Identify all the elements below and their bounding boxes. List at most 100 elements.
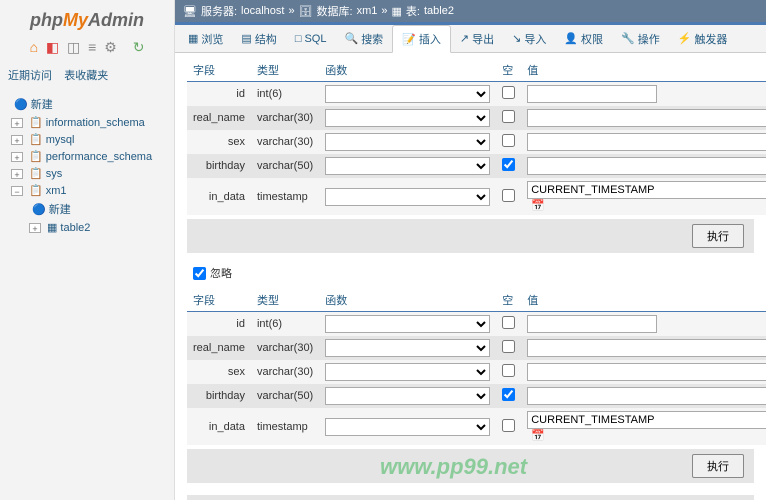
sql-icon: □ <box>295 33 302 45</box>
null-checkbox[interactable] <box>502 419 515 432</box>
function-select[interactable] <box>325 109 490 127</box>
gear-icon[interactable]: ⚙ <box>104 39 117 55</box>
insert-row: sexvarchar(30) <box>187 130 766 154</box>
null-checkbox[interactable] <box>502 316 515 329</box>
null-checkbox[interactable] <box>502 110 515 123</box>
tree-db-xm1[interactable]: −📋xm1 <box>3 182 171 199</box>
function-select[interactable] <box>325 339 490 357</box>
null-checkbox[interactable] <box>502 189 515 202</box>
value-input[interactable] <box>527 85 657 103</box>
tab-import[interactable]: ↘导入 <box>503 25 555 52</box>
field-name: in_data <box>187 408 251 445</box>
function-select[interactable] <box>325 363 490 381</box>
function-select[interactable] <box>325 188 490 206</box>
tabs: ▦浏览 ▤结构 □SQL 🔍搜索 📝插入 ↗导出 ↘导入 👤权限 🔧操作 ⚡触发… <box>175 22 766 53</box>
value-input[interactable] <box>527 387 766 405</box>
value-input[interactable] <box>527 411 766 429</box>
ignore-checkbox[interactable] <box>193 267 206 280</box>
null-checkbox[interactable] <box>502 134 515 147</box>
field-name: real_name <box>187 106 251 130</box>
tab-privileges[interactable]: 👤权限 <box>555 25 612 52</box>
triggers-icon: ⚡ <box>678 32 692 45</box>
value-input[interactable] <box>527 109 766 127</box>
tab-sql[interactable]: □SQL <box>286 25 336 52</box>
db-icon: 🗄 <box>299 5 313 18</box>
function-select[interactable] <box>325 418 490 436</box>
insert-row: sexvarchar(30) <box>187 360 766 384</box>
insert-icon: 📝 <box>402 33 416 46</box>
go-button[interactable]: 执行 <box>692 224 744 248</box>
value-input[interactable] <box>527 363 766 381</box>
null-checkbox[interactable] <box>502 340 515 353</box>
main: 🖥 服务器: localhost » 🗄 数据库: xm1 » ▦ 表: tab… <box>175 0 766 500</box>
insert-table: 字段类型函数空值idint(6)real_namevarchar(30)sexv… <box>187 289 766 445</box>
function-select[interactable] <box>325 387 490 405</box>
calendar-icon[interactable]: 📅 <box>531 430 545 442</box>
calendar-icon[interactable]: 📅 <box>531 200 545 212</box>
expand-icon[interactable]: + <box>11 118 23 128</box>
tree-db[interactable]: +📋sys <box>3 165 171 182</box>
function-select[interactable] <box>325 157 490 175</box>
function-select[interactable] <box>325 133 490 151</box>
sidebar-toolbar: ⌂ ◧ ◫ ≡ ⚙ ↻ <box>0 36 174 64</box>
db-icon: 📋 <box>29 150 43 163</box>
db-icon: 📋 <box>29 184 43 197</box>
export-icon: ↗ <box>460 32 469 45</box>
tree-db[interactable]: +📋performance_schema <box>3 148 171 165</box>
field-name: birthday <box>187 384 251 408</box>
sql-icon[interactable]: ◫ <box>67 39 80 55</box>
db-icon: 📋 <box>29 116 43 129</box>
tree-new-table[interactable]: 🔵新建 <box>21 199 171 219</box>
tab-operations[interactable]: 🔧操作 <box>612 25 669 52</box>
insert-row: in_datatimestamp📅 <box>187 408 766 445</box>
insert-row: idint(6) <box>187 82 766 107</box>
tree-new[interactable]: 🔵 新建 <box>3 94 171 114</box>
value-input[interactable] <box>527 315 657 333</box>
expand-icon[interactable]: + <box>11 169 23 179</box>
expand-icon[interactable]: + <box>29 223 41 233</box>
null-checkbox[interactable] <box>502 364 515 377</box>
tree-db[interactable]: +📋mysql <box>3 131 171 148</box>
expand-icon[interactable]: + <box>11 135 23 145</box>
search-icon: 🔍 <box>344 32 358 45</box>
refresh-icon[interactable]: ↻ <box>133 39 145 55</box>
tab-browse[interactable]: ▦浏览 <box>179 25 232 52</box>
docs-icon[interactable]: ≡ <box>88 39 96 55</box>
tab-export[interactable]: ↗导出 <box>451 25 503 52</box>
structure-icon: ▤ <box>241 32 251 45</box>
tab-search[interactable]: 🔍搜索 <box>335 25 392 52</box>
tab-insert[interactable]: 📝插入 <box>392 25 451 53</box>
insert-row: birthdayvarchar(50) <box>187 384 766 408</box>
field-type: varchar(30) <box>251 106 319 130</box>
value-input[interactable] <box>527 133 766 151</box>
value-input[interactable] <box>527 339 766 357</box>
breadcrumb-db[interactable]: xm1 <box>357 5 378 17</box>
null-checkbox[interactable] <box>502 388 515 401</box>
null-checkbox[interactable] <box>502 158 515 171</box>
new-icon: 🔵 <box>14 98 28 111</box>
function-select[interactable] <box>325 315 490 333</box>
favorites-link[interactable]: 表收藏夹 <box>64 70 108 82</box>
tab-triggers[interactable]: ⚡触发器 <box>669 25 737 52</box>
exit-icon[interactable]: ◧ <box>46 39 59 55</box>
expand-icon[interactable]: + <box>11 152 23 162</box>
breadcrumb-server[interactable]: localhost <box>241 5 284 17</box>
null-checkbox[interactable] <box>502 86 515 99</box>
field-type: varchar(50) <box>251 384 319 408</box>
breadcrumb-table[interactable]: table2 <box>424 5 454 17</box>
collapse-icon[interactable]: − <box>11 186 23 196</box>
home-icon[interactable]: ⌂ <box>30 39 38 55</box>
field-type: varchar(30) <box>251 130 319 154</box>
recent-link[interactable]: 近期访问 <box>8 70 52 82</box>
insert-row: real_namevarchar(30) <box>187 336 766 360</box>
ignore-row: 忽略 <box>187 261 754 285</box>
insert-row: real_namevarchar(30) <box>187 106 766 130</box>
value-input[interactable] <box>527 157 766 175</box>
breadcrumb: 🖥 服务器: localhost » 🗄 数据库: xm1 » ▦ 表: tab… <box>175 0 766 22</box>
value-input[interactable] <box>527 181 766 199</box>
function-select[interactable] <box>325 85 490 103</box>
tab-structure[interactable]: ▤结构 <box>232 25 285 52</box>
go-button[interactable]: 执行 <box>692 454 744 478</box>
tree-table2[interactable]: +▦table2 <box>21 219 171 236</box>
tree-db[interactable]: +📋information_schema <box>3 114 171 131</box>
